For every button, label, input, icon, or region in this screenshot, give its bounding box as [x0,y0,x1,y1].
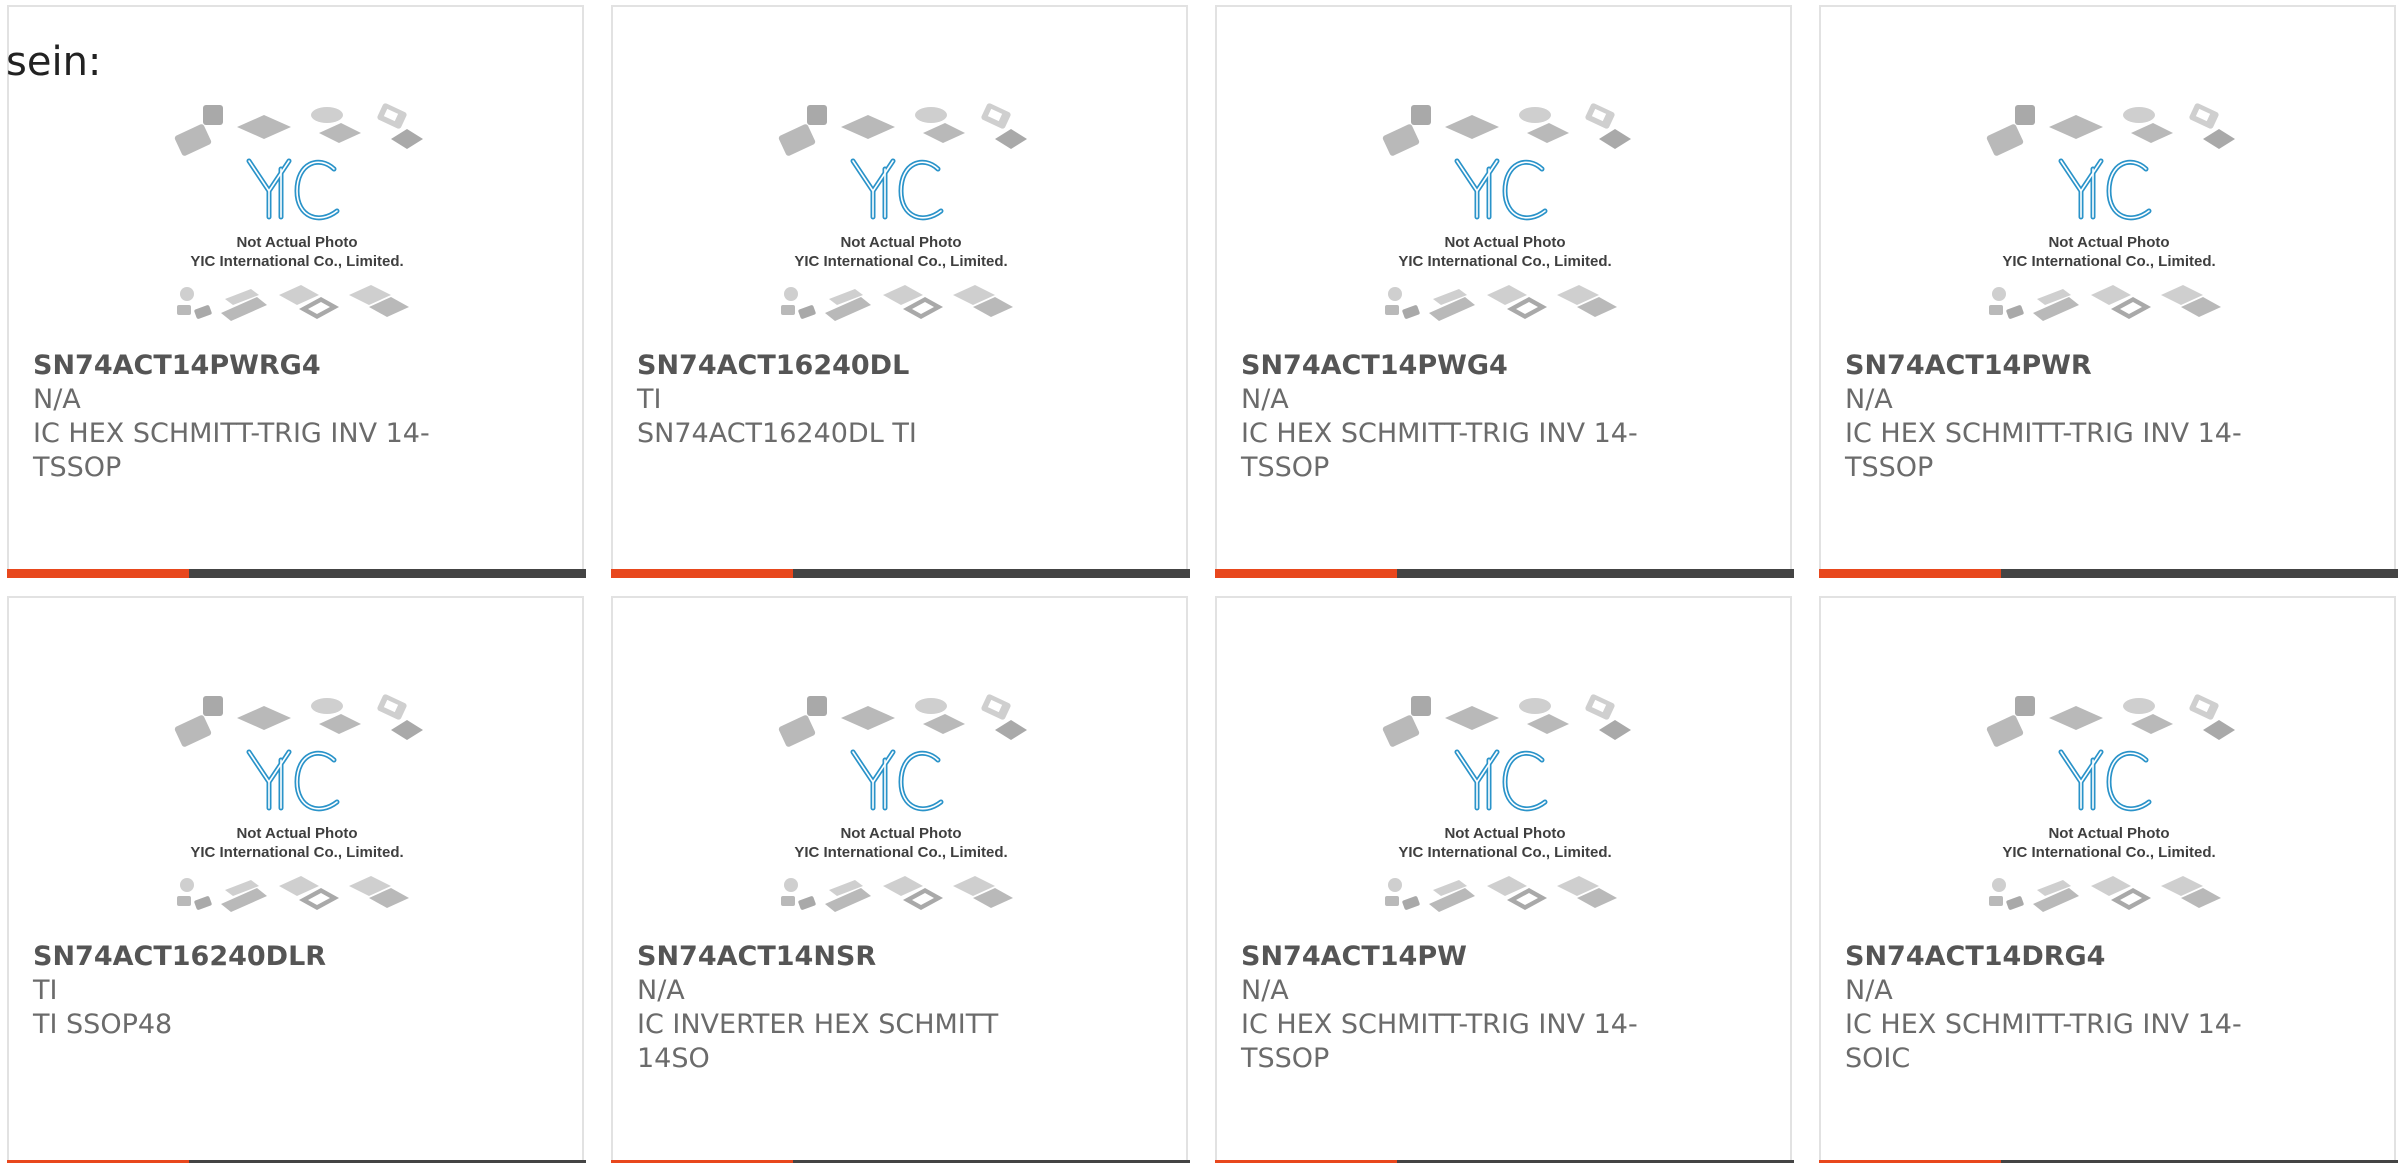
product-card[interactable]: Not Actual Photo YIC International Co., … [1819,596,2398,1163]
product-part-number[interactable]: SN74ACT14PW [1241,940,1467,974]
product-placeholder-image[interactable]: Not Actual Photo YIC International Co., … [1981,690,2251,930]
product-card[interactable]: Not Actual Photo YIC International Co., … [1215,596,1794,1163]
placeholder-line2: YIC International Co., Limited. [2002,253,2215,270]
placeholder-line2: YIC International Co., Limited. [794,844,1007,861]
product-card[interactable]: Not Actual Photo YIC International Co., … [7,5,586,578]
product-part-number[interactable]: SN74ACT16240DLR [33,940,326,974]
card-bottom-bar-accent [7,569,189,578]
product-description: IC HEX SCHMITT-TRIG INV 14-TSSOP [1241,418,1638,483]
placeholder-line1: Not Actual Photo [2048,234,2169,251]
product-description: TI SSOP48 [33,1009,173,1040]
product-placeholder-image[interactable]: Not Actual Photo YIC International Co., … [169,99,439,339]
product-part-number[interactable]: SN74ACT16240DL [637,349,909,383]
placeholder-line2: YIC International Co., Limited. [1398,844,1611,861]
product-placeholder-image[interactable]: Not Actual Photo YIC International Co., … [169,690,439,930]
placeholder-line1: Not Actual Photo [840,825,961,842]
product-part-number[interactable]: SN74ACT14DRG4 [1845,940,2105,974]
product-part-number[interactable]: SN74ACT14PWRG4 [33,349,321,383]
card-bottom-bar [611,569,1190,578]
card-bottom-bar [1819,569,2398,578]
placeholder-line2: YIC International Co., Limited. [190,253,403,270]
product-description: IC HEX SCHMITT-TRIG INV 14-TSSOP [1241,1009,1638,1074]
product-brand: TI [637,384,662,415]
product-brand: TI [33,975,58,1006]
placeholder-line1: Not Actual Photo [236,825,357,842]
product-description: IC HEX SCHMITT-TRIG INV 14-TSSOP [1845,418,2242,483]
product-description: IC HEX SCHMITT-TRIG INV 14-SOIC [1845,1009,2242,1074]
card-bottom-bar [7,569,586,578]
product-placeholder-image[interactable]: Not Actual Photo YIC International Co., … [773,99,1043,339]
card-bottom-bar-accent [1819,569,2001,578]
placeholder-line2: YIC International Co., Limited. [1398,253,1611,270]
placeholder-line2: YIC International Co., Limited. [190,844,403,861]
product-placeholder-image[interactable]: Not Actual Photo YIC International Co., … [773,690,1043,930]
product-brand: N/A [1845,384,1893,415]
product-brand: N/A [33,384,81,415]
placeholder-line1: Not Actual Photo [2048,825,2169,842]
product-card[interactable]: Not Actual Photo YIC International Co., … [611,5,1190,578]
product-brand: N/A [1241,384,1289,415]
placeholder-line2: YIC International Co., Limited. [794,253,1007,270]
product-brand: N/A [1845,975,1893,1006]
section-heading: sein: [6,39,102,85]
product-placeholder-image[interactable]: Not Actual Photo YIC International Co., … [1377,99,1647,339]
product-card[interactable]: Not Actual Photo YIC International Co., … [611,596,1190,1163]
card-bottom-bar [1215,569,1794,578]
card-bottom-bar-accent [1215,569,1397,578]
product-brand: N/A [1241,975,1289,1006]
product-placeholder-image[interactable]: Not Actual Photo YIC International Co., … [1981,99,2251,339]
product-part-number[interactable]: SN74ACT14PWR [1845,349,2092,383]
product-card[interactable]: Not Actual Photo YIC International Co., … [1215,5,1794,578]
product-part-number[interactable]: SN74ACT14NSR [637,940,876,974]
placeholder-line1: Not Actual Photo [840,234,961,251]
product-grid-page: sein: Not Actual Photo YIC International… [0,0,2400,1163]
placeholder-line2: YIC International Co., Limited. [2002,844,2215,861]
product-card[interactable]: Not Actual Photo YIC International Co., … [7,596,586,1163]
product-brand: N/A [637,975,685,1006]
product-description: IC HEX SCHMITT-TRIG INV 14-TSSOP [33,418,430,483]
placeholder-line1: Not Actual Photo [1444,234,1565,251]
product-part-number[interactable]: SN74ACT14PWG4 [1241,349,1508,383]
product-card[interactable]: Not Actual Photo YIC International Co., … [1819,5,2398,578]
product-description: IC INVERTER HEX SCHMITT 14SO [637,1009,999,1074]
placeholder-line1: Not Actual Photo [1444,825,1565,842]
product-placeholder-image[interactable]: Not Actual Photo YIC International Co., … [1377,690,1647,930]
placeholder-line1: Not Actual Photo [236,234,357,251]
product-description: SN74ACT16240DL TI [637,418,917,449]
card-bottom-bar-accent [611,569,793,578]
